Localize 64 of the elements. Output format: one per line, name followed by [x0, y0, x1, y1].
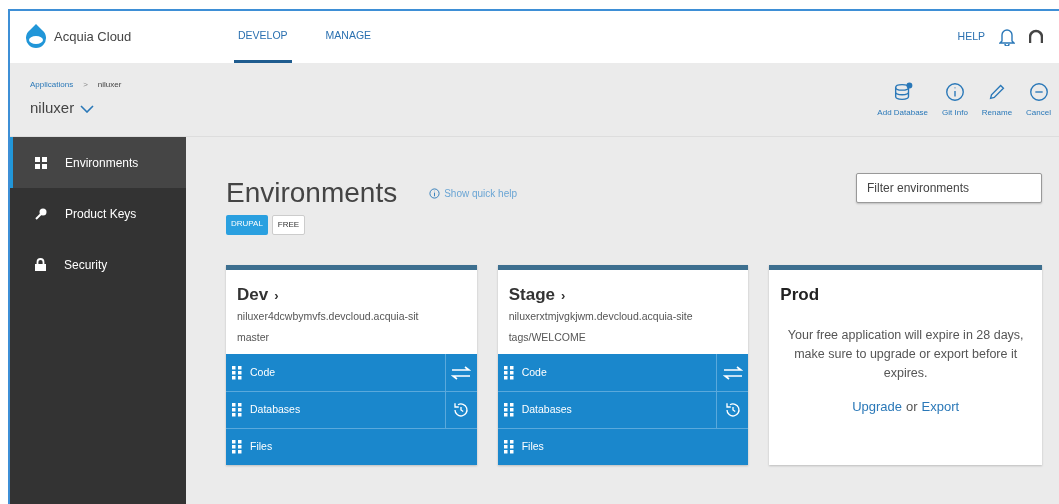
or-text: or — [906, 397, 918, 416]
drag-handle-icon — [232, 365, 242, 380]
breadcrumb-link[interactable]: Applications — [30, 79, 74, 92]
environment-host: niluxerxtmjvgkjwm.devcloud.acquia-site — [508, 308, 694, 324]
page-title: Environments — [226, 177, 398, 209]
app-selector[interactable]: niluxer — [30, 97, 122, 120]
drag-handle-icon — [232, 440, 242, 454]
environment-row[interactable]: Files — [226, 428, 477, 465]
environment-row[interactable]: Code — [497, 354, 749, 391]
environment-row[interactable]: Databases — [226, 391, 477, 428]
cancel-icon — [1027, 80, 1050, 103]
expiry-message: Your free application will expire in 28 days, make sure to upgrade or export before it expires. — [786, 326, 1025, 382]
tag-badge: FREE — [271, 215, 306, 235]
drag-handle-icon — [232, 403, 242, 417]
breadcrumb-separator: > — [83, 79, 88, 92]
chevron-down-icon — [80, 104, 95, 113]
row-label: Files — [521, 439, 544, 455]
info-icon — [429, 187, 441, 199]
breadcrumb-current: niluxer — [97, 79, 122, 92]
lock-icon — [35, 258, 46, 271]
toolbar-action[interactable]: Rename — [981, 80, 1013, 119]
toolbar-action[interactable]: Cancel — [1026, 80, 1051, 119]
row-label: Databases — [521, 402, 572, 418]
sidebar-item[interactable]: Environments — [10, 137, 186, 188]
swap-arrows-icon[interactable] — [451, 365, 472, 380]
sidebar-item[interactable]: Security — [10, 239, 186, 290]
drag-handle-icon — [503, 440, 514, 454]
row-label: Files — [250, 439, 273, 455]
headset-icon[interactable] — [1029, 29, 1043, 45]
logo-icon — [24, 24, 48, 50]
tag-badge: DRUPAL — [226, 215, 268, 235]
row-label: Code — [521, 364, 547, 380]
chevron-icon: › — [560, 286, 566, 306]
environment-name[interactable]: Dev — [237, 282, 269, 308]
filter-field[interactable]: Filter environments — [856, 173, 1042, 203]
environment-name[interactable]: Stage — [508, 282, 555, 308]
sidebar-item[interactable]: Product Keys — [10, 188, 186, 239]
history-icon[interactable] — [452, 401, 471, 419]
help-link[interactable]: HELP — [957, 29, 985, 45]
toolbar-action[interactable]: Git Info — [942, 80, 968, 119]
upgrade-link[interactable]: Upgrade — [852, 396, 903, 416]
drag-handle-icon — [503, 365, 514, 380]
history-icon[interactable] — [723, 401, 742, 419]
drag-handle-icon — [503, 403, 514, 417]
swap-arrows-icon[interactable] — [722, 365, 743, 380]
grid-icon — [35, 156, 47, 169]
branch-label: tags/WELCOME — [508, 330, 587, 346]
environment-row[interactable]: Databases — [497, 391, 749, 428]
environment-row[interactable]: Code — [226, 354, 477, 391]
quick-help-link[interactable]: Show quick help — [429, 185, 517, 201]
row-label: Code — [250, 364, 276, 380]
bell-icon[interactable] — [999, 28, 1015, 46]
branch-label: master — [237, 330, 271, 346]
brand-name: Acquia Cloud — [54, 28, 132, 47]
toolbar-action[interactable]: Add Database — [877, 80, 929, 119]
nav-tab[interactable]: MANAGE — [321, 11, 376, 63]
key-icon — [35, 207, 47, 220]
environment-row[interactable]: Files — [497, 428, 749, 465]
info-icon — [943, 80, 966, 103]
chevron-icon: › — [274, 286, 279, 306]
export-link[interactable]: Export — [921, 396, 960, 416]
environment-name: Prod — [780, 284, 821, 306]
row-label: Databases — [250, 402, 301, 418]
environment-host: niluxer4dcwbymvfs.devcloud.acquia-sit — [237, 308, 420, 324]
